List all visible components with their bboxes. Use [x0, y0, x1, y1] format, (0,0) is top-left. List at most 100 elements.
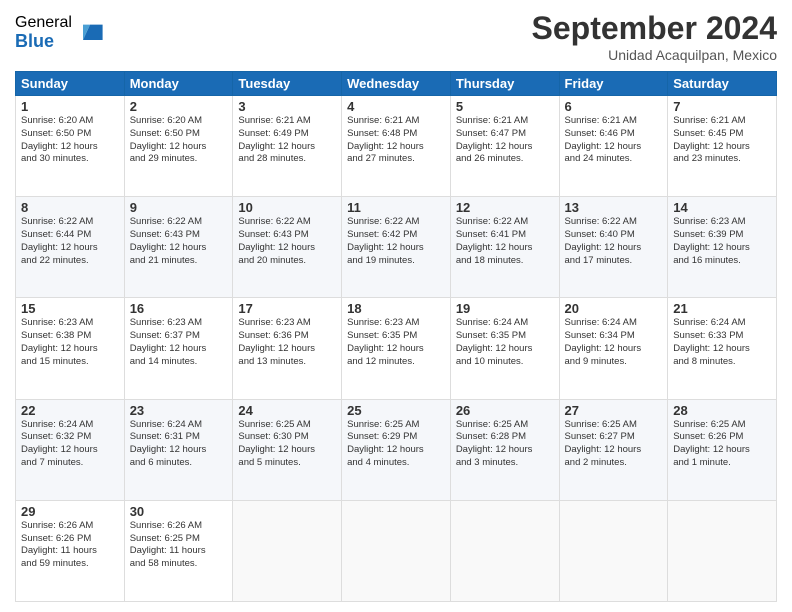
logo-icon [76, 19, 104, 47]
day-info: Sunrise: 6:22 AM Sunset: 6:43 PM Dayligh… [130, 216, 228, 267]
table-row: 8Sunrise: 6:22 AM Sunset: 6:44 PM Daylig… [16, 197, 125, 298]
table-row [559, 500, 668, 601]
day-number: 23 [130, 403, 228, 418]
table-row: 9Sunrise: 6:22 AM Sunset: 6:43 PM Daylig… [124, 197, 233, 298]
day-number: 5 [456, 99, 554, 114]
calendar-week-row: 8Sunrise: 6:22 AM Sunset: 6:44 PM Daylig… [16, 197, 777, 298]
month-title: September 2024 [532, 10, 777, 47]
day-info: Sunrise: 6:25 AM Sunset: 6:27 PM Dayligh… [565, 419, 663, 470]
table-row: 16Sunrise: 6:23 AM Sunset: 6:37 PM Dayli… [124, 298, 233, 399]
day-info: Sunrise: 6:22 AM Sunset: 6:41 PM Dayligh… [456, 216, 554, 267]
col-sunday: Sunday [16, 72, 125, 96]
day-number: 12 [456, 200, 554, 215]
col-tuesday: Tuesday [233, 72, 342, 96]
day-number: 17 [238, 301, 336, 316]
day-info: Sunrise: 6:25 AM Sunset: 6:28 PM Dayligh… [456, 419, 554, 470]
table-row: 6Sunrise: 6:21 AM Sunset: 6:46 PM Daylig… [559, 96, 668, 197]
table-row: 26Sunrise: 6:25 AM Sunset: 6:28 PM Dayli… [450, 399, 559, 500]
page: General Blue September 2024 Unidad Acaqu… [0, 0, 792, 612]
day-number: 18 [347, 301, 445, 316]
day-info: Sunrise: 6:21 AM Sunset: 6:45 PM Dayligh… [673, 115, 771, 166]
day-info: Sunrise: 6:25 AM Sunset: 6:30 PM Dayligh… [238, 419, 336, 470]
table-row: 23Sunrise: 6:24 AM Sunset: 6:31 PM Dayli… [124, 399, 233, 500]
table-row: 10Sunrise: 6:22 AM Sunset: 6:43 PM Dayli… [233, 197, 342, 298]
col-thursday: Thursday [450, 72, 559, 96]
day-info: Sunrise: 6:26 AM Sunset: 6:25 PM Dayligh… [130, 520, 228, 571]
day-number: 27 [565, 403, 663, 418]
logo-blue: Blue [15, 32, 72, 52]
day-info: Sunrise: 6:25 AM Sunset: 6:26 PM Dayligh… [673, 419, 771, 470]
table-row: 20Sunrise: 6:24 AM Sunset: 6:34 PM Dayli… [559, 298, 668, 399]
day-number: 3 [238, 99, 336, 114]
calendar-week-row: 1Sunrise: 6:20 AM Sunset: 6:50 PM Daylig… [16, 96, 777, 197]
calendar: Sunday Monday Tuesday Wednesday Thursday… [15, 71, 777, 602]
table-row: 12Sunrise: 6:22 AM Sunset: 6:41 PM Dayli… [450, 197, 559, 298]
calendar-header-row: Sunday Monday Tuesday Wednesday Thursday… [16, 72, 777, 96]
day-number: 22 [21, 403, 119, 418]
day-number: 2 [130, 99, 228, 114]
table-row [342, 500, 451, 601]
table-row: 21Sunrise: 6:24 AM Sunset: 6:33 PM Dayli… [668, 298, 777, 399]
day-info: Sunrise: 6:21 AM Sunset: 6:49 PM Dayligh… [238, 115, 336, 166]
day-number: 26 [456, 403, 554, 418]
day-info: Sunrise: 6:22 AM Sunset: 6:43 PM Dayligh… [238, 216, 336, 267]
table-row: 25Sunrise: 6:25 AM Sunset: 6:29 PM Dayli… [342, 399, 451, 500]
day-info: Sunrise: 6:20 AM Sunset: 6:50 PM Dayligh… [21, 115, 119, 166]
table-row [668, 500, 777, 601]
table-row: 18Sunrise: 6:23 AM Sunset: 6:35 PM Dayli… [342, 298, 451, 399]
table-row [233, 500, 342, 601]
logo-general: General [15, 14, 72, 32]
day-number: 11 [347, 200, 445, 215]
logo-text: General Blue [15, 14, 72, 51]
day-number: 20 [565, 301, 663, 316]
day-number: 10 [238, 200, 336, 215]
day-info: Sunrise: 6:23 AM Sunset: 6:38 PM Dayligh… [21, 317, 119, 368]
table-row: 11Sunrise: 6:22 AM Sunset: 6:42 PM Dayli… [342, 197, 451, 298]
day-info: Sunrise: 6:24 AM Sunset: 6:33 PM Dayligh… [673, 317, 771, 368]
day-info: Sunrise: 6:23 AM Sunset: 6:39 PM Dayligh… [673, 216, 771, 267]
day-info: Sunrise: 6:24 AM Sunset: 6:34 PM Dayligh… [565, 317, 663, 368]
day-number: 25 [347, 403, 445, 418]
table-row: 4Sunrise: 6:21 AM Sunset: 6:48 PM Daylig… [342, 96, 451, 197]
logo: General Blue [15, 14, 104, 51]
table-row: 13Sunrise: 6:22 AM Sunset: 6:40 PM Dayli… [559, 197, 668, 298]
day-info: Sunrise: 6:23 AM Sunset: 6:35 PM Dayligh… [347, 317, 445, 368]
day-number: 24 [238, 403, 336, 418]
calendar-week-row: 29Sunrise: 6:26 AM Sunset: 6:26 PM Dayli… [16, 500, 777, 601]
col-monday: Monday [124, 72, 233, 96]
day-number: 29 [21, 504, 119, 519]
day-info: Sunrise: 6:21 AM Sunset: 6:46 PM Dayligh… [565, 115, 663, 166]
table-row: 29Sunrise: 6:26 AM Sunset: 6:26 PM Dayli… [16, 500, 125, 601]
table-row: 2Sunrise: 6:20 AM Sunset: 6:50 PM Daylig… [124, 96, 233, 197]
day-info: Sunrise: 6:20 AM Sunset: 6:50 PM Dayligh… [130, 115, 228, 166]
calendar-week-row: 22Sunrise: 6:24 AM Sunset: 6:32 PM Dayli… [16, 399, 777, 500]
day-number: 14 [673, 200, 771, 215]
location: Unidad Acaquilpan, Mexico [532, 47, 777, 63]
table-row: 22Sunrise: 6:24 AM Sunset: 6:32 PM Dayli… [16, 399, 125, 500]
table-row [450, 500, 559, 601]
day-number: 1 [21, 99, 119, 114]
calendar-week-row: 15Sunrise: 6:23 AM Sunset: 6:38 PM Dayli… [16, 298, 777, 399]
table-row: 28Sunrise: 6:25 AM Sunset: 6:26 PM Dayli… [668, 399, 777, 500]
table-row: 5Sunrise: 6:21 AM Sunset: 6:47 PM Daylig… [450, 96, 559, 197]
day-number: 15 [21, 301, 119, 316]
table-row: 15Sunrise: 6:23 AM Sunset: 6:38 PM Dayli… [16, 298, 125, 399]
day-number: 7 [673, 99, 771, 114]
table-row: 14Sunrise: 6:23 AM Sunset: 6:39 PM Dayli… [668, 197, 777, 298]
day-number: 30 [130, 504, 228, 519]
table-row: 17Sunrise: 6:23 AM Sunset: 6:36 PM Dayli… [233, 298, 342, 399]
day-number: 19 [456, 301, 554, 316]
header: General Blue September 2024 Unidad Acaqu… [15, 10, 777, 63]
table-row: 3Sunrise: 6:21 AM Sunset: 6:49 PM Daylig… [233, 96, 342, 197]
day-info: Sunrise: 6:23 AM Sunset: 6:37 PM Dayligh… [130, 317, 228, 368]
day-number: 4 [347, 99, 445, 114]
day-info: Sunrise: 6:24 AM Sunset: 6:31 PM Dayligh… [130, 419, 228, 470]
day-info: Sunrise: 6:26 AM Sunset: 6:26 PM Dayligh… [21, 520, 119, 571]
day-info: Sunrise: 6:21 AM Sunset: 6:48 PM Dayligh… [347, 115, 445, 166]
day-info: Sunrise: 6:24 AM Sunset: 6:32 PM Dayligh… [21, 419, 119, 470]
day-info: Sunrise: 6:23 AM Sunset: 6:36 PM Dayligh… [238, 317, 336, 368]
day-info: Sunrise: 6:25 AM Sunset: 6:29 PM Dayligh… [347, 419, 445, 470]
day-number: 9 [130, 200, 228, 215]
col-wednesday: Wednesday [342, 72, 451, 96]
day-number: 28 [673, 403, 771, 418]
